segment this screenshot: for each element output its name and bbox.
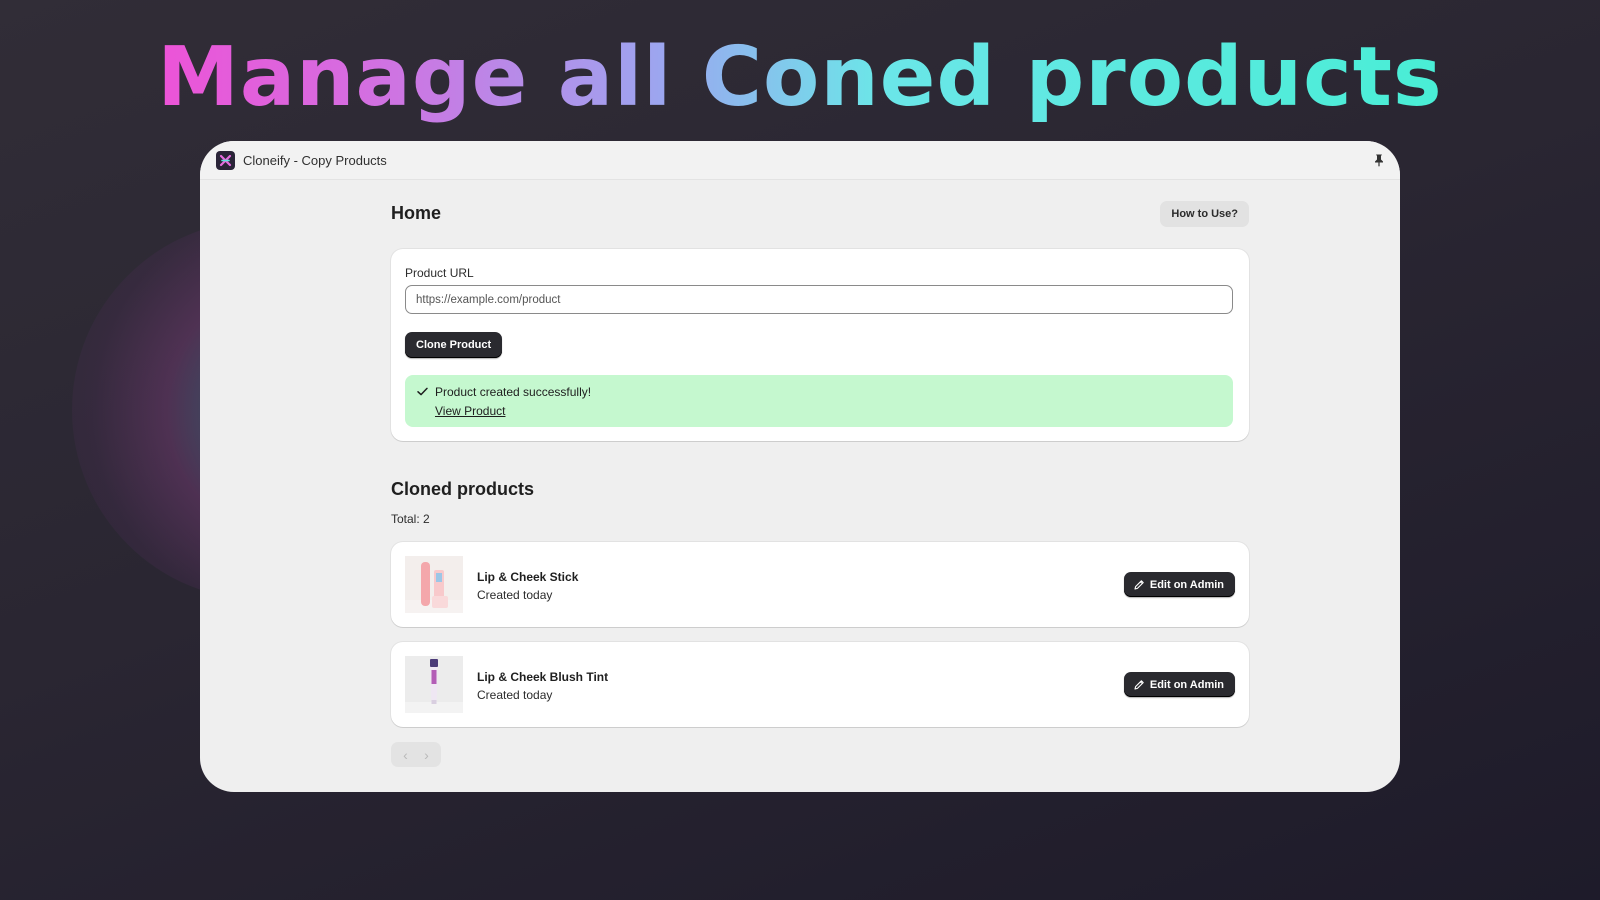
product-created: Created today bbox=[477, 688, 553, 702]
chevron-right-icon[interactable]: › bbox=[424, 748, 429, 762]
checkmark-icon bbox=[417, 387, 428, 396]
product-thumbnail[interactable] bbox=[405, 656, 463, 713]
how-to-use-button[interactable]: How to Use? bbox=[1160, 201, 1249, 227]
pencil-icon bbox=[1134, 579, 1144, 590]
app-window: Cloneify - Copy Products Home How to Use… bbox=[200, 141, 1400, 792]
pencil-icon bbox=[1134, 679, 1144, 690]
edit-on-admin-button[interactable]: Edit on Admin bbox=[1123, 672, 1235, 697]
product-name: Lip & Cheek Stick bbox=[477, 570, 579, 584]
page-header: Home How to Use? bbox=[391, 179, 1249, 249]
success-banner: Product created successfully! View Produ… bbox=[405, 375, 1233, 427]
cloneify-logo-icon bbox=[216, 150, 235, 170]
chevron-left-icon[interactable]: ‹ bbox=[403, 748, 408, 762]
clone-form-card: Product URL Clone Product Product create… bbox=[391, 249, 1249, 441]
product-url-label: Product URL bbox=[405, 266, 474, 280]
total-count: Total: 2 bbox=[391, 512, 430, 526]
cloned-products-title: Cloned products bbox=[391, 479, 534, 499]
pagination: ‹ › bbox=[391, 742, 441, 767]
main-content: Home How to Use? Product URL Clone Produ… bbox=[391, 179, 1249, 767]
product-name: Lip & Cheek Blush Tint bbox=[477, 670, 609, 684]
pin-icon[interactable] bbox=[1372, 153, 1386, 167]
title-bar: Cloneify - Copy Products bbox=[200, 141, 1400, 180]
edit-on-admin-label: Edit on Admin bbox=[1149, 578, 1224, 591]
view-product-link[interactable]: View Product bbox=[435, 404, 505, 418]
page-title: Home bbox=[391, 203, 442, 223]
clone-product-button[interactable]: Clone Product bbox=[405, 332, 503, 358]
product-card: Lip & Cheek Blush Tint Created today Edi… bbox=[391, 642, 1249, 727]
success-message: Product created successfully! bbox=[435, 385, 592, 399]
edit-on-admin-button[interactable]: Edit on Admin bbox=[1123, 572, 1235, 597]
product-card: Lip & Cheek Stick Created today Edit on … bbox=[391, 542, 1249, 627]
edit-on-admin-label: Edit on Admin bbox=[1149, 678, 1224, 691]
product-thumbnail[interactable] bbox=[405, 556, 463, 613]
app-title: Cloneify - Copy Products bbox=[243, 152, 387, 168]
product-created: Created today bbox=[477, 588, 553, 602]
headline: Manage all Coned products bbox=[0, 28, 1600, 128]
product-url-input[interactable] bbox=[405, 285, 1233, 314]
